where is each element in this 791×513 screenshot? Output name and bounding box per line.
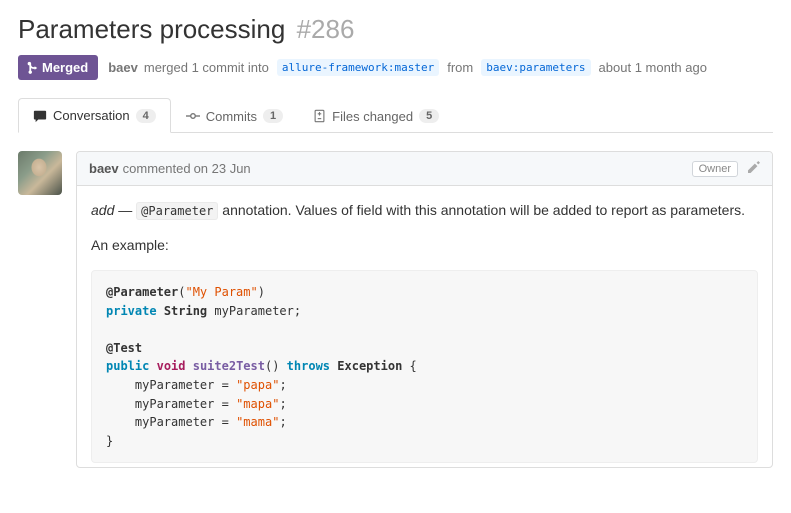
diff-icon: [313, 109, 326, 123]
tabs: Conversation 4 Commits 1 Files changed 5: [18, 98, 773, 133]
commits-count: 1: [263, 109, 283, 123]
avatar[interactable]: [18, 151, 62, 195]
tab-commits[interactable]: Commits 1: [171, 98, 298, 133]
edit-icon[interactable]: [748, 160, 760, 177]
comment-header: baev commented on 23 Jun Owner: [77, 152, 772, 186]
code-block: @Parameter("My Param") private String my…: [91, 270, 758, 463]
title-main: Parameters processing: [18, 14, 285, 44]
comment-box: baev commented on 23 Jun Owner add — @Pa…: [76, 151, 773, 468]
head-branch[interactable]: baev:parameters: [481, 59, 590, 76]
state-badge-merged: Merged: [18, 55, 98, 80]
comment-author[interactable]: baev: [89, 161, 119, 176]
merge-actor[interactable]: baev: [108, 60, 138, 75]
comment-body: add — @Parameter annotation. Values of f…: [77, 186, 772, 467]
conversation-count: 4: [136, 109, 156, 123]
issue-number: #286: [297, 14, 355, 44]
tab-conversation[interactable]: Conversation 4: [18, 98, 171, 133]
base-branch[interactable]: allure-framework:master: [277, 59, 439, 76]
inline-code-parameter: @Parameter: [136, 202, 218, 220]
merge-meta: Merged baev merged 1 commit into allure-…: [18, 55, 773, 80]
comment-icon: [33, 109, 47, 123]
tab-files[interactable]: Files changed 5: [298, 98, 454, 133]
files-count: 5: [419, 109, 439, 123]
page-title: Parameters processing #286: [18, 14, 773, 45]
owner-badge: Owner: [692, 161, 738, 177]
merge-icon: [26, 61, 38, 75]
commit-icon: [186, 109, 200, 123]
